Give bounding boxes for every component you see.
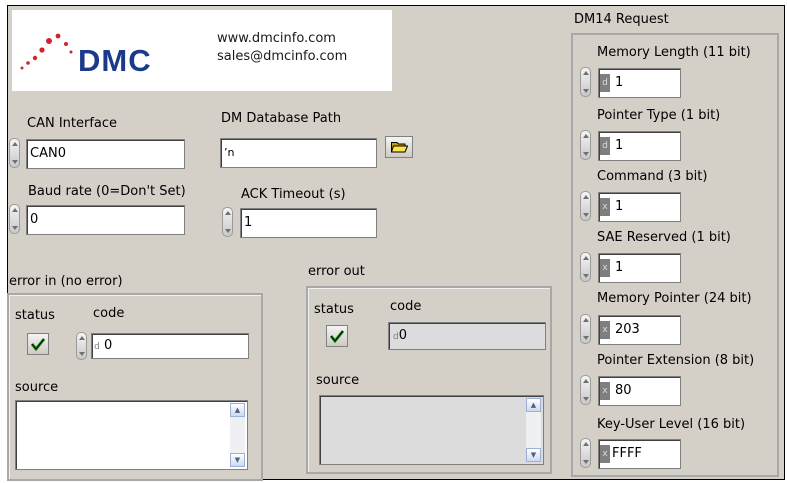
- memory-pointer-label: Memory Pointer (24 bit): [597, 291, 752, 306]
- command-radix: x: [600, 197, 610, 216]
- error-in-source-field[interactable]: ▲ ▼: [15, 400, 248, 470]
- path-prefix-icon: ʼn: [224, 146, 235, 159]
- memory-pointer-spinner[interactable]: [580, 314, 591, 344]
- error-out-code-value: 0: [398, 328, 407, 343]
- pointer-type-label: Pointer Type (1 bit): [597, 108, 721, 123]
- error-out-source-scrollbar[interactable]: ▲ ▼: [526, 398, 541, 462]
- ack-timeout-field[interactable]: 1: [240, 208, 377, 238]
- pointer-extension-label: Pointer Extension (8 bit): [597, 353, 755, 368]
- dm-database-path-label: DM Database Path: [221, 111, 342, 126]
- command-field[interactable]: x1: [598, 192, 681, 222]
- command-spinner[interactable]: [580, 191, 591, 221]
- error-in-status-checkbox[interactable]: [27, 333, 49, 355]
- dmc-logo: DMC www.dmcinfo.com sales@dmcinfo.com: [12, 10, 392, 91]
- dm14-request-title: DM14 Request: [574, 12, 669, 27]
- website-text: www.dmcinfo.com: [217, 31, 336, 46]
- error-in-code-value: 0: [104, 338, 113, 353]
- memory-length-value: 1: [615, 75, 624, 90]
- baud-rate-label: Baud rate (0=Don't Set): [28, 184, 186, 199]
- error-in-source-label: source: [15, 380, 59, 395]
- sae-reserved-label: SAE Reserved (1 bit): [597, 230, 731, 245]
- error-in-code-field[interactable]: d0: [91, 333, 249, 359]
- key-user-level-radix: x: [600, 444, 610, 463]
- error-in-status-label: status: [15, 308, 55, 323]
- error-in-source-scrollbar[interactable]: ▲ ▼: [230, 403, 245, 467]
- memory-pointer-value: 203: [615, 322, 640, 337]
- error-out-code-label: code: [390, 299, 422, 314]
- memory-pointer-field[interactable]: x 203: [598, 315, 681, 345]
- error-out-status-label: status: [314, 302, 354, 317]
- error-in-cluster: status code d0 source ▲ ▼: [7, 293, 263, 481]
- pointer-extension-radix: x: [600, 381, 610, 400]
- memory-length-label: Memory Length (11 bit): [597, 45, 751, 60]
- sae-reserved-value: 1: [615, 260, 624, 275]
- key-user-level-label: Key-User Level (16 bit): [597, 417, 746, 432]
- scroll-up-icon[interactable]: ▲: [526, 398, 541, 412]
- error-in-code-spinner[interactable]: [76, 332, 87, 360]
- memory-pointer-radix: x: [600, 320, 610, 339]
- error-out-source-label: source: [316, 373, 360, 388]
- key-user-level-field[interactable]: x FFFF: [598, 439, 681, 469]
- pointer-type-radix: d: [600, 136, 610, 155]
- ack-timeout-spinner[interactable]: [222, 207, 233, 237]
- pointer-extension-spinner[interactable]: [580, 375, 591, 405]
- command-label: Command (3 bit): [597, 169, 708, 184]
- error-out-cluster: status code d0 source ▲ ▼: [306, 286, 552, 474]
- pointer-type-field[interactable]: d1: [598, 131, 681, 161]
- sae-reserved-spinner[interactable]: [580, 252, 591, 282]
- memory-length-radix: d: [600, 73, 610, 92]
- key-user-level-value: FFFF: [612, 446, 642, 461]
- error-out-code-field: d0: [388, 322, 546, 350]
- error-in-title: error in (no error): [9, 274, 123, 289]
- checkmark-icon: [31, 338, 45, 351]
- pointer-extension-value: 80: [615, 383, 632, 398]
- pointer-type-spinner[interactable]: [580, 130, 591, 160]
- key-user-level-spinner[interactable]: [580, 438, 591, 468]
- command-value: 1: [615, 199, 624, 214]
- error-out-status-indicator: [326, 325, 348, 347]
- dm14-request-cluster: Memory Length (11 bit) d1 Pointer Type (…: [571, 33, 779, 477]
- error-in-code-label: code: [93, 306, 125, 321]
- baud-rate-spinner[interactable]: [9, 204, 20, 234]
- baud-rate-field[interactable]: 0: [26, 205, 185, 235]
- can-interface-label: CAN Interface: [27, 116, 118, 131]
- dm-database-path-field[interactable]: ʼn: [220, 138, 377, 168]
- can-interface-field[interactable]: CAN0: [26, 139, 185, 169]
- sae-reserved-radix: x: [600, 258, 610, 277]
- scroll-up-icon[interactable]: ▲: [230, 403, 245, 417]
- memory-length-spinner[interactable]: [580, 67, 591, 97]
- ack-timeout-label: ACK Timeout (s): [241, 187, 346, 202]
- dmc-wordmark: DMC: [78, 43, 152, 78]
- scroll-down-icon[interactable]: ▼: [526, 448, 541, 462]
- can-interface-spinner[interactable]: [9, 138, 20, 168]
- sae-reserved-field[interactable]: x1: [598, 253, 681, 283]
- browse-folder-button[interactable]: [385, 136, 413, 158]
- dmc-dots-icon: [20, 33, 73, 70]
- checkmark-icon: [330, 330, 344, 343]
- error-out-title: error out: [308, 264, 365, 279]
- error-in-code-radix: d: [94, 342, 100, 352]
- error-out-source-field: ▲ ▼: [319, 395, 544, 465]
- email-text: sales@dmcinfo.com: [217, 49, 348, 64]
- pointer-extension-field[interactable]: x 80: [598, 376, 681, 406]
- pointer-type-value: 1: [615, 138, 624, 153]
- folder-open-icon: [391, 142, 408, 153]
- scroll-down-icon[interactable]: ▼: [230, 453, 245, 467]
- memory-length-field[interactable]: d1: [598, 68, 681, 98]
